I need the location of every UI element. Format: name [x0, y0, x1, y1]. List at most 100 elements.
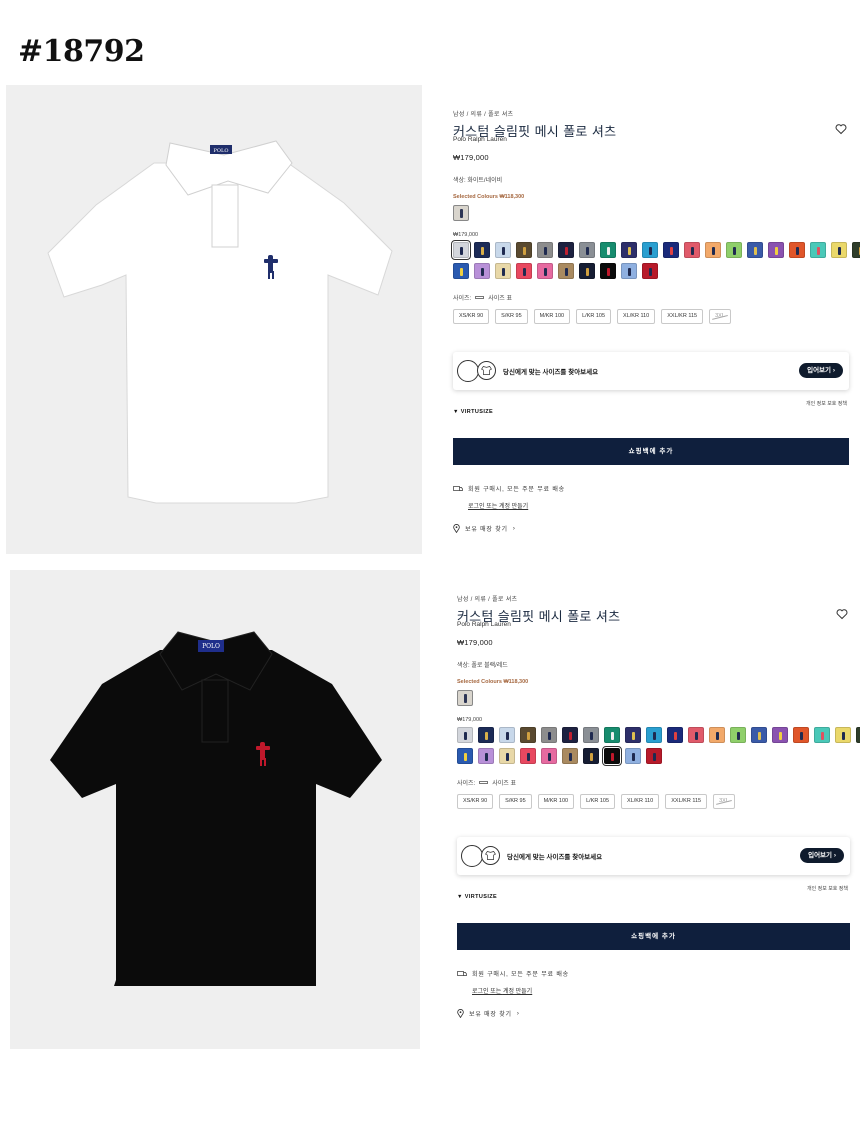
colour-swatch[interactable] — [537, 263, 553, 279]
try-on-button[interactable]: 입어보기 › — [799, 363, 843, 378]
colour-swatch[interactable] — [831, 242, 847, 258]
colour-swatch[interactable] — [520, 727, 536, 743]
colour-swatch[interactable] — [474, 263, 490, 279]
colour-swatch[interactable] — [667, 727, 683, 743]
colour-swatch[interactable] — [474, 242, 490, 258]
size-option-button[interactable]: 3XL — [709, 309, 731, 324]
colour-swatch[interactable] — [558, 263, 574, 279]
colour-swatch[interactable] — [621, 242, 637, 258]
colour-swatch[interactable] — [600, 242, 616, 258]
privacy-policy-link[interactable]: 개인 정보 보호 정책 — [807, 885, 848, 892]
colour-swatch[interactable] — [478, 727, 494, 743]
size-option-button[interactable]: XL/KR 110 — [617, 309, 656, 324]
colour-swatch[interactable] — [579, 242, 595, 258]
colour-swatch[interactable] — [583, 748, 599, 764]
colour-swatch[interactable] — [495, 263, 511, 279]
virtusize-widget[interactable]: 당신에게 맞는 사이즈를 찾아보세요 입어보기 › — [457, 837, 850, 875]
colour-swatch[interactable] — [642, 242, 658, 258]
heart-icon[interactable] — [835, 123, 847, 135]
colour-swatch[interactable] — [625, 727, 641, 743]
colour-swatch[interactable] — [810, 242, 826, 258]
colour-swatch[interactable] — [772, 727, 788, 743]
colour-swatch[interactable] — [562, 748, 578, 764]
size-option-button[interactable]: M/KR 100 — [533, 309, 571, 324]
colour-swatch[interactable] — [768, 242, 784, 258]
colour-swatch[interactable] — [684, 242, 700, 258]
colour-swatch[interactable] — [541, 748, 557, 764]
size-option-button[interactable]: XL/KR 110 — [621, 794, 660, 809]
colour-swatch[interactable] — [457, 727, 473, 743]
colour-swatch[interactable] — [562, 727, 578, 743]
colour-swatch[interactable] — [642, 263, 658, 279]
size-option-button[interactable]: M/KR 100 — [537, 794, 575, 809]
colour-swatch[interactable] — [558, 242, 574, 258]
colour-swatch[interactable] — [709, 727, 725, 743]
store-finder[interactable]: 보유 매장 찾기 › — [453, 524, 849, 533]
try-on-button[interactable]: 입어보기 › — [800, 848, 844, 863]
colour-swatch[interactable] — [747, 242, 763, 258]
colour-swatch[interactable] — [600, 263, 616, 279]
size-option-button[interactable]: 3XL — [713, 794, 735, 809]
selected-colour-swatch[interactable] — [453, 205, 469, 221]
size-chart-link[interactable]: 사이즈 표 — [488, 293, 512, 302]
size-option-button[interactable]: L/KR 105 — [576, 309, 612, 324]
privacy-policy-link[interactable]: 개인 정보 보호 정책 — [806, 400, 847, 407]
colour-swatch[interactable] — [602, 746, 622, 766]
colour-swatch[interactable] — [646, 748, 662, 764]
colour-swatch[interactable] — [579, 263, 595, 279]
virtusize-widget[interactable]: 당신에게 맞는 사이즈를 찾아보세요 입어보기 › — [453, 352, 849, 390]
size-option-button[interactable]: XS/KR 90 — [457, 794, 494, 809]
colour-swatch[interactable] — [726, 242, 742, 258]
colour-swatch[interactable] — [705, 242, 721, 258]
colour-swatch[interactable] — [751, 727, 767, 743]
size-option-button[interactable]: S/KR 95 — [495, 309, 528, 324]
store-finder-label: 보유 매장 찾기 — [465, 527, 508, 533]
colour-swatch[interactable] — [852, 242, 860, 258]
create-account-link[interactable]: 계정 만들기 — [499, 504, 528, 510]
size-option-button[interactable]: XS/KR 90 — [453, 309, 490, 324]
colour-swatch[interactable] — [537, 242, 553, 258]
colour-swatch[interactable] — [499, 727, 515, 743]
colour-swatch[interactable] — [793, 727, 809, 743]
size-option-button[interactable]: XXL/KR 115 — [661, 309, 704, 324]
colour-swatch[interactable] — [453, 263, 469, 279]
colour-swatch[interactable] — [856, 727, 860, 743]
heart-icon[interactable] — [836, 608, 848, 620]
add-to-cart-button[interactable]: 쇼핑백에 추가 — [453, 438, 849, 465]
create-account-link[interactable]: 계정 만들기 — [503, 989, 532, 995]
colour-swatch[interactable] — [451, 240, 471, 260]
colour-swatch[interactable] — [789, 242, 805, 258]
product-price: ₩179,000 — [453, 153, 489, 162]
colour-swatch[interactable] — [835, 727, 851, 743]
colour-swatch[interactable] — [495, 242, 511, 258]
colour-swatch[interactable] — [688, 727, 704, 743]
colour-swatch[interactable] — [604, 727, 620, 743]
colour-swatch[interactable] — [730, 727, 746, 743]
size-option-button[interactable]: S/KR 95 — [499, 794, 532, 809]
colour-swatch[interactable] — [516, 263, 532, 279]
colour-swatch[interactable] — [541, 727, 557, 743]
colour-swatch[interactable] — [499, 748, 515, 764]
colour-swatch[interactable] — [520, 748, 536, 764]
location-pin-icon — [457, 1009, 464, 1018]
selected-colour-swatch[interactable] — [457, 690, 473, 706]
colour-swatch[interactable] — [646, 727, 662, 743]
login-prefix[interactable]: 로그인 또는 — [472, 989, 503, 995]
add-to-cart-button[interactable]: 쇼핑백에 추가 — [457, 923, 850, 950]
colour-swatch[interactable] — [457, 748, 473, 764]
size-option-button[interactable]: XXL/KR 115 — [665, 794, 708, 809]
colour-swatch[interactable] — [625, 748, 641, 764]
size-chart-link[interactable]: 사이즈 표 — [492, 778, 516, 787]
breadcrumb[interactable]: 남성 / 의류 / 폴로 셔츠 — [453, 109, 849, 118]
breadcrumb[interactable]: 남성 / 의류 / 폴로 셔츠 — [457, 594, 850, 603]
store-finder[interactable]: 보유 매장 찾기 › — [457, 1009, 850, 1018]
colour-swatch[interactable] — [583, 727, 599, 743]
colour-swatch[interactable] — [478, 748, 494, 764]
colour-swatch[interactable] — [621, 263, 637, 279]
colour-swatch[interactable] — [814, 727, 830, 743]
size-option-button[interactable]: L/KR 105 — [580, 794, 616, 809]
colour-swatch[interactable] — [516, 242, 532, 258]
login-prefix[interactable]: 로그인 또는 — [468, 504, 499, 510]
colour-swatch[interactable] — [663, 242, 679, 258]
size-options: XS/KR 90 S/KR 95 M/KR 100 L/KR 105 XL/KR 110… — [453, 309, 849, 324]
